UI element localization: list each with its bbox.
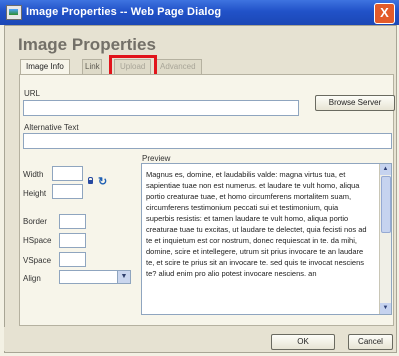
width-label: Width	[23, 170, 44, 179]
ok-button[interactable]: OK	[271, 334, 335, 350]
alt-text-input[interactable]	[23, 133, 392, 149]
dialog-heading: Image Properties	[18, 35, 156, 54]
cancel-button[interactable]: Cancel	[348, 334, 393, 350]
close-icon[interactable]: X	[374, 3, 395, 24]
scroll-down-icon[interactable]: ▼	[380, 303, 391, 314]
scroll-up-icon[interactable]: ▲	[380, 164, 391, 175]
tab-advanced[interactable]: Advanced	[154, 59, 202, 74]
scroll-thumb[interactable]	[381, 176, 391, 233]
width-input[interactable]	[52, 166, 83, 181]
dialog-icon	[6, 5, 22, 20]
browse-server-button[interactable]: Browse Server	[315, 95, 395, 111]
align-label: Align	[23, 274, 41, 283]
align-select[interactable]: ▼	[59, 270, 131, 284]
url-label: URL	[24, 89, 41, 98]
preview-label: Preview	[142, 154, 171, 163]
hspace-label: HSpace	[23, 236, 52, 245]
window-title: Image Properties -- Web Page Dialog	[26, 6, 222, 18]
preview-box: Magnus es, domine, et laudabilis valde: …	[141, 163, 392, 315]
border-input[interactable]	[59, 214, 86, 229]
tab-image-info[interactable]: Image Info	[20, 59, 70, 75]
alt-text-label: Alternative Text	[24, 123, 79, 132]
reset-size-icon[interactable]: ↻	[98, 175, 107, 188]
hspace-input[interactable]	[59, 233, 86, 248]
border-label: Border	[23, 217, 48, 226]
tab-link[interactable]: Link	[82, 59, 102, 74]
preview-text: Magnus es, domine, et laudabilis valde: …	[146, 170, 367, 278]
preview-scrollbar[interactable]: ▲ ▼	[379, 164, 391, 314]
height-input[interactable]	[52, 184, 83, 199]
vspace-label: VSpace	[23, 256, 52, 265]
vspace-input[interactable]	[59, 252, 86, 267]
chevron-down-icon[interactable]: ▼	[117, 271, 130, 283]
url-input[interactable]	[23, 100, 299, 116]
lock-ratio-icon[interactable]	[88, 177, 93, 184]
dialog-footer	[4, 327, 395, 351]
title-bar: Image Properties -- Web Page Dialog X	[0, 0, 399, 25]
height-label: Height	[23, 189, 47, 198]
